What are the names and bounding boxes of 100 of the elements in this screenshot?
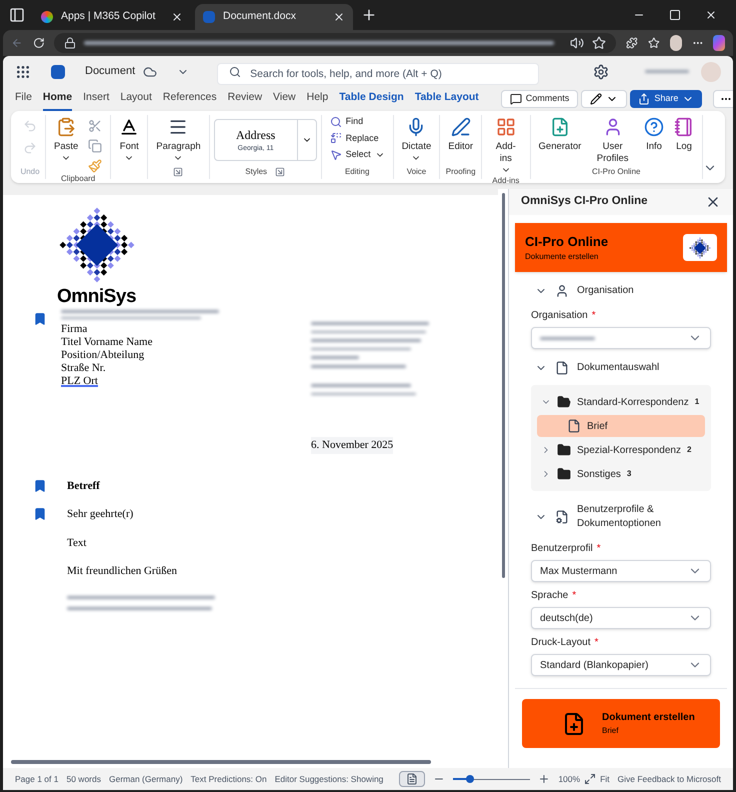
ribbon-button[interactable]: Find: [330, 115, 385, 128]
group-label: Editing: [344, 166, 370, 178]
ribbon-button[interactable]: Editor: [444, 115, 478, 153]
ribbon-button[interactable]: Replace: [330, 132, 385, 145]
required-mark: *: [594, 636, 598, 650]
bookmark-icon: [33, 507, 47, 522]
tab-actions-icon[interactable]: [9, 7, 25, 23]
cut-icon[interactable]: [88, 119, 102, 133]
horizontal-scrollbar[interactable]: [11, 760, 431, 764]
word-app-icon[interactable]: [51, 64, 65, 78]
pane-title: OmniSys CI-Pro Online: [521, 194, 648, 210]
maximize-icon[interactable]: [669, 9, 681, 21]
comments-button[interactable]: Comments: [500, 90, 578, 108]
dropdown-field[interactable]: Standard (Blankopapier): [531, 654, 711, 676]
extensions-icon[interactable]: [626, 35, 638, 51]
close-icon: [171, 11, 183, 23]
dropdown-field[interactable]: [531, 327, 711, 349]
bookmark-icon: [33, 312, 47, 326]
status-item: Editor Suggestions: Showing: [274, 772, 384, 786]
pen-icon: [450, 117, 471, 137]
tree-item[interactable]: Sonstiges 3: [537, 463, 705, 485]
ribbon-tab[interactable]: Review: [228, 87, 262, 111]
comment-icon: [510, 93, 522, 105]
browser-tab[interactable]: Document.docx: [195, 4, 353, 30]
fit-icon: [584, 773, 596, 785]
page-view-button[interactable]: [399, 771, 426, 787]
zoom-reading[interactable]: 100%: [558, 772, 580, 786]
app-launcher-icon[interactable]: [15, 64, 31, 80]
favorites-icon[interactable]: [648, 35, 660, 51]
ribbon-button[interactable]: Generator: [534, 115, 586, 153]
address-line: Position/Abteilung: [61, 349, 144, 362]
field-label: Sprache: [531, 589, 568, 603]
salutation: Sehr geehrte(r): [67, 507, 134, 522]
tree-item[interactable]: Standard-Korrespondenz 1: [537, 391, 705, 413]
zoom-in-icon[interactable]: [538, 773, 550, 785]
count-label: 2: [686, 444, 692, 456]
document-icon: [555, 361, 569, 375]
ribbon-button[interactable]: Log: [670, 115, 698, 153]
section-header[interactable]: Organisation: [531, 280, 711, 302]
copilot-icon[interactable]: [713, 35, 726, 51]
favorite-icon: [592, 36, 606, 50]
document-plus-icon: [562, 712, 586, 736]
document-icon: [567, 419, 581, 433]
ribbon-button[interactable]: Paste: [50, 115, 82, 163]
ribbon-button[interactable]: Dictate: [398, 115, 436, 163]
ribbon-button[interactable]: User Profiles: [587, 115, 638, 165]
ribbon-button[interactable]: Font: [115, 115, 144, 163]
group-label: CI-Pro Online: [592, 166, 640, 178]
create-document-button[interactable]: Dokument erstellen Brief: [522, 699, 720, 748]
more-options-button[interactable]: [713, 90, 733, 108]
field-label: Benutzerprofil: [531, 542, 593, 556]
section-header[interactable]: Dokumentauswahl: [531, 357, 711, 379]
tree-item[interactable]: Brief: [537, 415, 705, 437]
dialog-launcher-icon[interactable]: [173, 167, 184, 177]
avatar[interactable]: [670, 35, 682, 51]
tree-item[interactable]: Spezial-Korrespondenz 2: [537, 439, 705, 461]
fit-button[interactable]: Fit: [584, 772, 610, 786]
close-icon[interactable]: [705, 9, 717, 21]
style-name: Address: [236, 126, 276, 144]
banner-title: CI-Pro Online: [525, 232, 608, 251]
closing-text: Mit freundlichen Grüßen: [67, 564, 178, 579]
ribbon-tab[interactable]: View: [273, 87, 296, 111]
section-header[interactable]: Benutzerprofile & Dokumentoptionen: [531, 499, 711, 535]
reload-icon[interactable]: [32, 35, 44, 51]
browser-tab[interactable]: Apps | M365 Copilot: [33, 4, 191, 30]
settings-icon[interactable]: [593, 64, 609, 80]
ribbon-tab[interactable]: Insert: [83, 87, 110, 111]
ribbon-tab[interactable]: Table Layout: [414, 87, 479, 111]
new-tab-icon[interactable]: [361, 7, 377, 23]
dropdown-field[interactable]: Max Mustermann: [531, 560, 711, 582]
logo-text: OmniSys: [56, 287, 138, 306]
ribbon-tab[interactable]: Help: [306, 87, 328, 111]
dialog-launcher-icon[interactable]: [275, 167, 286, 177]
zoom-slider[interactable]: [453, 774, 530, 784]
vertical-scrollbar[interactable]: [502, 193, 504, 578]
folder-icon: [557, 395, 571, 409]
address-line: PLZ Ort: [61, 375, 98, 388]
ribbon-tab[interactable]: File: [15, 87, 32, 111]
feedback-link[interactable]: Give Feedback to Microsoft: [618, 772, 721, 786]
dropdown-field[interactable]: deutsch(de): [531, 607, 711, 629]
ribbon-tab[interactable]: References: [162, 87, 217, 111]
copy-icon[interactable]: [88, 139, 102, 153]
font-color-icon: [119, 117, 140, 137]
status-item: German (Germany): [108, 772, 183, 786]
address-bar[interactable]: [54, 33, 616, 53]
pencil-icon: [590, 93, 602, 105]
slider-thumb[interactable]: [466, 775, 474, 783]
document-name[interactable]: Document: [85, 63, 136, 80]
bookmark-icon: [33, 478, 47, 493]
redacted-text: [311, 356, 359, 359]
ribbon-button[interactable]: Paragraph: [152, 115, 205, 163]
ribbon-button[interactable]: Select: [330, 148, 385, 162]
field-label: Organisation: [531, 309, 588, 323]
ribbon-button[interactable]: Info: [640, 115, 668, 153]
ribbon-button[interactable]: Add-ins: [486, 115, 526, 175]
ribbon-tab[interactable]: Table Design: [339, 87, 404, 111]
editing-mode-button[interactable]: [581, 90, 628, 108]
ribbon-tab[interactable]: Layout: [120, 87, 152, 111]
search-field[interactable]: Search for tools, help, and more (Alt + Q): [217, 62, 540, 84]
share-button[interactable]: Share: [630, 90, 702, 108]
